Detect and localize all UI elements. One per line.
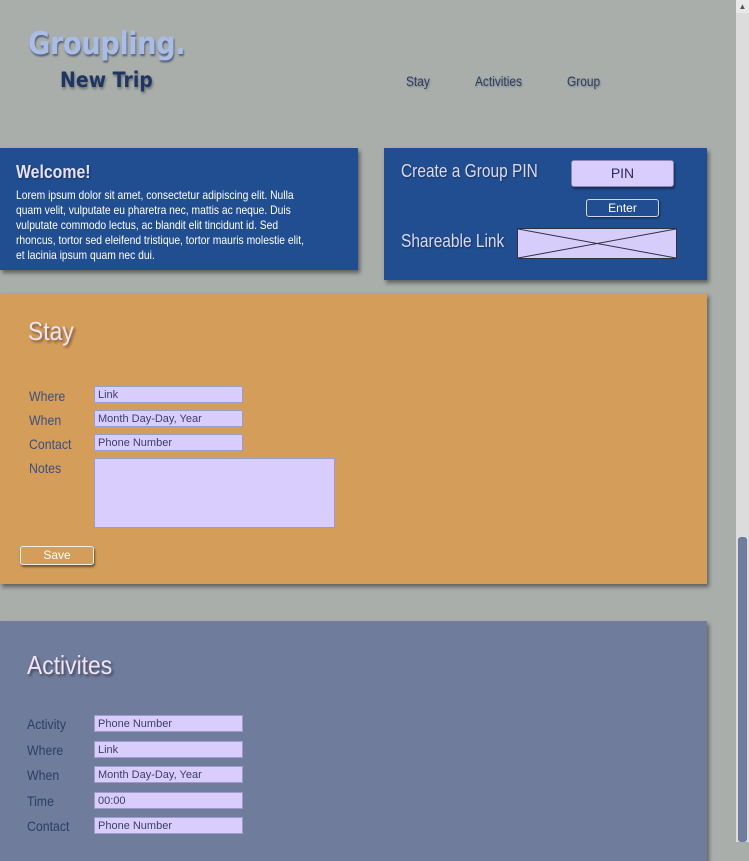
activity-time-input[interactable]: 00:00: [94, 792, 243, 809]
activity-contact-input[interactable]: Phone Number: [94, 817, 243, 834]
activities-section: Activites Activity Phone Number Where Li…: [0, 621, 707, 861]
welcome-text: Lorem ipsum dolor sit amet, consectetur …: [16, 188, 304, 262]
stay-contact-input[interactable]: Phone Number: [94, 434, 243, 451]
scrollbar-thumb[interactable]: [738, 537, 747, 842]
activity-when-label: When: [27, 767, 60, 783]
welcome-title: Welcome!: [16, 162, 91, 182]
pin-input[interactable]: PIN: [571, 160, 674, 187]
activity-name-label: Activity: [27, 716, 67, 732]
nav-link-activities[interactable]: Activities: [475, 73, 522, 89]
vertical-scrollbar[interactable]: ▲: [736, 0, 749, 842]
stay-title: Stay: [28, 316, 74, 346]
stay-where-label: Where: [29, 388, 66, 404]
activity-contact-label: Contact: [27, 818, 70, 834]
page-subtitle: New Trip: [60, 68, 153, 92]
stay-when-input[interactable]: Month Day-Day, Year: [94, 410, 243, 427]
save-button[interactable]: Save: [20, 546, 94, 565]
stay-where-input[interactable]: Link: [94, 386, 243, 403]
group-pin-card: Create a Group PIN PIN Enter Shareable L…: [384, 148, 707, 280]
activity-where-label: Where: [27, 742, 64, 758]
stay-when-label: When: [29, 412, 62, 428]
image-placeholder-icon: [518, 229, 676, 258]
activity-when-input[interactable]: Month Day-Day, Year: [94, 766, 243, 783]
welcome-card: Welcome! Lorem ipsum dolor sit amet, con…: [0, 148, 358, 270]
nav-link-stay[interactable]: Stay: [406, 73, 430, 89]
activity-name-input[interactable]: Phone Number: [94, 715, 243, 732]
stay-section: Stay Where Link When Month Day-Day, Year…: [0, 293, 707, 584]
stay-contact-label: Contact: [29, 436, 72, 452]
create-pin-label: Create a Group PIN: [401, 161, 538, 181]
enter-button[interactable]: Enter: [586, 199, 659, 217]
activities-title: Activites: [27, 650, 113, 680]
nav-link-group[interactable]: Group: [567, 73, 600, 89]
scroll-up-arrow-icon[interactable]: ▲: [736, 0, 749, 13]
logo[interactable]: Groupling.: [28, 26, 186, 62]
stay-notes-textarea[interactable]: [94, 458, 335, 528]
activity-where-input[interactable]: Link: [94, 741, 243, 758]
shareable-link-label: Shareable Link: [401, 231, 505, 251]
stay-notes-label: Notes: [29, 460, 62, 476]
page: Groupling. New Trip Stay Activities Grou…: [0, 0, 736, 861]
shareable-link-image-placeholder[interactable]: [517, 228, 677, 259]
activity-time-label: Time: [27, 793, 54, 809]
